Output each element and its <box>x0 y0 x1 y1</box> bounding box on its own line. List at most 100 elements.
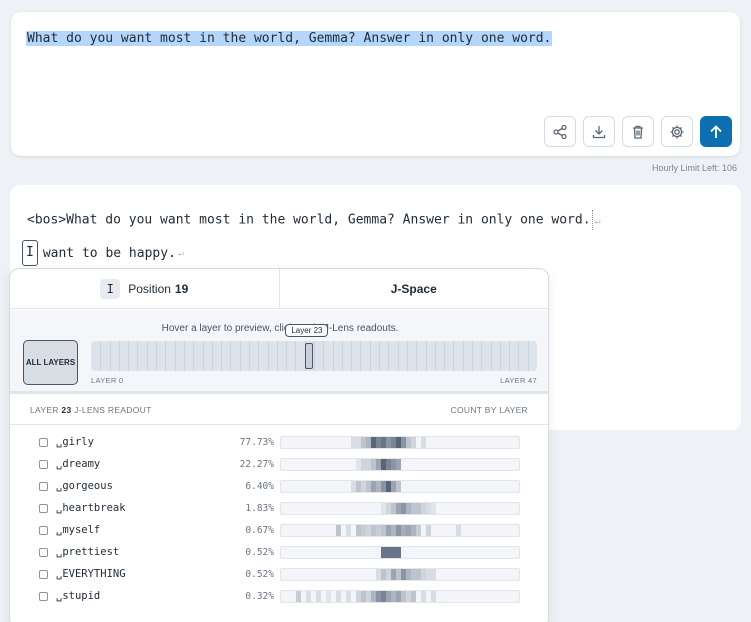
count-by-layer-label: COUNT BY LAYER <box>450 405 528 415</box>
readout-row[interactable]: ␣myself 0.67% <box>10 520 548 542</box>
layer-tick[interactable] <box>109 341 111 371</box>
download-button[interactable] <box>583 116 615 147</box>
position-label: Position <box>128 281 171 296</box>
all-layers-button[interactable]: ALL LAYERS <box>23 340 78 385</box>
token-probability: 0.67% <box>245 525 274 536</box>
layer-tick[interactable] <box>444 341 446 371</box>
layer-tick[interactable] <box>499 341 501 371</box>
layer-tick[interactable] <box>128 341 130 371</box>
layer-tick[interactable] <box>146 341 148 371</box>
token-label: ␣gorgeous <box>56 480 113 492</box>
layer-count-bar <box>280 436 520 449</box>
layer-count-cell <box>411 591 416 602</box>
layer-tick[interactable] <box>183 341 185 371</box>
layer-tick[interactable] <box>388 341 390 371</box>
readout-row[interactable]: ␣stupid 0.32% <box>10 586 548 608</box>
settings-button[interactable] <box>661 116 693 147</box>
layer-tick[interactable] <box>453 341 455 371</box>
row-checkbox[interactable] <box>39 570 48 579</box>
layer-count-cell <box>416 525 421 536</box>
layer-tick[interactable] <box>248 341 250 371</box>
layer-tick[interactable] <box>314 341 315 371</box>
delete-button[interactable] <box>622 116 654 147</box>
layer-tick[interactable] <box>351 341 353 371</box>
gear-icon <box>670 125 684 138</box>
readout-row[interactable]: ␣dreamy 22.27% <box>10 454 548 476</box>
layer-tick[interactable] <box>527 341 529 371</box>
token-label: ␣prettiest <box>56 546 120 558</box>
row-checkbox[interactable] <box>39 482 48 491</box>
layer-tick[interactable] <box>518 341 520 371</box>
layer-count-cell <box>396 459 401 470</box>
layer-tick[interactable] <box>239 341 241 371</box>
row-checkbox[interactable] <box>39 526 48 535</box>
submit-button[interactable] <box>700 116 732 147</box>
layer-tick[interactable] <box>165 341 167 371</box>
share-button[interactable] <box>544 116 576 147</box>
layer-tick[interactable] <box>369 341 371 371</box>
row-checkbox[interactable] <box>39 592 48 601</box>
row-checkbox[interactable] <box>39 504 48 513</box>
tab-position[interactable]: I Position 19 <box>10 269 279 308</box>
layer-tick[interactable] <box>379 341 381 371</box>
layer-tick[interactable] <box>332 341 334 371</box>
arrow-up-icon <box>710 124 722 138</box>
prompt-card[interactable]: What do you want most in the world, Gemm… <box>11 12 740 156</box>
selected-layer-handle[interactable] <box>305 343 314 369</box>
layer-tick[interactable] <box>276 341 278 371</box>
selected-token[interactable]: I <box>22 240 38 266</box>
newline-icon: ↵ <box>177 247 184 259</box>
layer-tick[interactable] <box>425 341 427 371</box>
readout-row[interactable]: ␣heartbreak 1.83% <box>10 498 548 520</box>
layer-tick[interactable] <box>323 341 325 371</box>
layer-tick[interactable] <box>156 341 158 371</box>
layer-tick[interactable] <box>416 341 418 371</box>
layer-tick[interactable] <box>193 341 195 371</box>
layer-tick[interactable] <box>202 341 204 371</box>
layer-tick[interactable] <box>360 341 362 371</box>
layer-tick[interactable] <box>406 341 408 371</box>
layer-tick[interactable] <box>286 341 288 371</box>
row-checkbox[interactable] <box>39 460 48 469</box>
layer-tick[interactable] <box>341 341 343 371</box>
layer-tick[interactable] <box>267 341 269 371</box>
layer-tick[interactable] <box>397 341 399 371</box>
layer-tick[interactable] <box>137 341 139 371</box>
layer-count-cell <box>336 591 341 602</box>
layer-track[interactable] <box>91 341 537 371</box>
token-probability: 1.83% <box>245 503 274 514</box>
layer-tick[interactable] <box>174 341 176 371</box>
token-label: ␣EVERYTHING <box>56 568 126 580</box>
layer-tick[interactable] <box>221 341 223 371</box>
layer-tick[interactable] <box>100 341 102 371</box>
prompt-input[interactable]: What do you want most in the world, Gemm… <box>26 29 553 48</box>
layer-count-cell <box>431 503 436 514</box>
readout-row[interactable]: ␣prettiest 0.52% <box>10 542 548 564</box>
token-probability: 77.73% <box>239 437 274 448</box>
layer-tick[interactable] <box>462 341 464 371</box>
layer-tick[interactable] <box>481 341 483 371</box>
row-checkbox[interactable] <box>39 548 48 557</box>
output-response-text[interactable]: want to be happy. <box>43 246 176 261</box>
layer-count-cell <box>456 525 461 536</box>
layer-tick[interactable] <box>211 341 213 371</box>
tab-jspace[interactable]: J-Space <box>278 269 549 308</box>
readout-row[interactable]: ␣EVERYTHING 0.52% <box>10 564 548 586</box>
layer-tick[interactable] <box>230 341 232 371</box>
row-checkbox[interactable] <box>39 438 48 447</box>
position-value: 19 <box>174 281 189 296</box>
readout-row[interactable]: ␣girly 77.73% <box>10 432 548 454</box>
layer-count-cell <box>396 547 401 558</box>
readout-row[interactable]: ␣gorgeous 6.40% <box>10 476 548 498</box>
layer-tick[interactable] <box>434 341 436 371</box>
layer-tick[interactable] <box>295 341 297 371</box>
layer-tick[interactable] <box>509 341 511 371</box>
layer-tick[interactable] <box>490 341 492 371</box>
layer-count-bar <box>280 546 520 559</box>
layer-count-bar <box>280 568 520 581</box>
layer-count-bar <box>280 458 520 471</box>
layer-tick[interactable] <box>258 341 260 371</box>
layer-tick[interactable] <box>471 341 473 371</box>
layer-tick[interactable] <box>118 341 120 371</box>
readout-suffix: J-LENS READOUT <box>74 405 152 415</box>
